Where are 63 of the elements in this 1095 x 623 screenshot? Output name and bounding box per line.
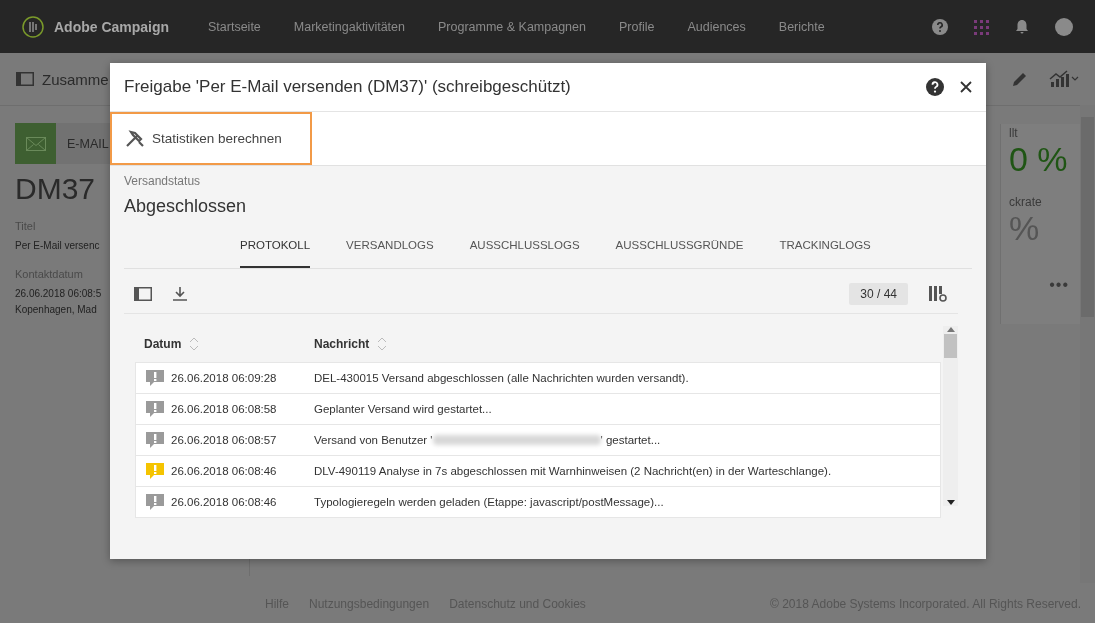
nav-link[interactable]: Startseite <box>208 19 261 34</box>
apps-grid-icon[interactable] <box>973 18 989 35</box>
message-cell: Typologieregeln werden geladen (Etappe: javascript/postMessage)... <box>314 496 664 508</box>
page-title: Zusamme <box>42 70 109 88</box>
avatar-icon[interactable] <box>1055 17 1073 36</box>
stat-value: % <box>1009 209 1041 248</box>
panel-icon[interactable] <box>134 287 152 301</box>
column-settings-icon[interactable] <box>928 285 948 303</box>
record-count: 30 / 44 <box>849 283 908 305</box>
channel-label: E-MAIL <box>67 136 109 151</box>
column-header[interactable]: Datum <box>144 337 182 351</box>
scroll-up-icon[interactable] <box>946 326 955 332</box>
date-cell: 26.06.2018 06:08:57 <box>171 434 277 446</box>
date-cell: 26.06.2018 06:08:46 <box>171 465 277 477</box>
stat-label: llt <box>1009 125 1019 140</box>
tab[interactable]: PROTOKOLL <box>240 231 311 268</box>
tab[interactable]: AUSSCHLUSSLOGS <box>469 231 580 268</box>
log-row[interactable]: 26.06.2018 06:09:28 DEL-430015 Versand abgeschlossen (alle Nachrichten wurden versandt). <box>135 362 941 394</box>
field-value: Kopenhagen, Mad <box>15 303 97 317</box>
close-icon[interactable] <box>960 81 972 93</box>
log-row[interactable]: 26.06.2018 06:08:46 DLV-490119 Analyse in 7s abgeschlossen mit Warnhinweisen (2 Nachricht(en) in der Warteschlange). <box>135 456 941 487</box>
compute-statistics-button[interactable]: Statistiken berechnen <box>110 112 312 165</box>
panel-icon[interactable] <box>16 72 34 86</box>
stat-value: 0 % <box>1009 140 1069 179</box>
log-row[interactable]: 26.06.2018 06:08:57 Versand von Benutzer ' ' gestartet... <box>135 425 941 456</box>
help-icon[interactable] <box>926 78 944 96</box>
log-row[interactable]: 26.06.2018 06:08:58 Geplanter Versand wird gestartet... <box>135 394 941 425</box>
pencil-icon[interactable] <box>1011 70 1029 88</box>
field-value: Per E-Mail versenc <box>15 239 100 253</box>
message-end: ' gestartet... <box>600 434 661 446</box>
log-row[interactable]: 26.06.2018 06:08:46 Typologieregeln werden geladen (Etappe: javascript/postMessage)... <box>135 487 941 518</box>
download-icon[interactable] <box>172 286 188 302</box>
nav-link[interactable]: Programme & Kampagnen <box>438 19 586 34</box>
chart-dropdown-icon[interactable] <box>1049 70 1079 88</box>
nav-link[interactable]: Marketingaktivitäten <box>293 19 405 34</box>
message-cell: DLV-490119 Analyse in 7s abgeschlossen mit Warnhinweisen (2 Nachricht(en) in der Warteschlange). <box>314 465 832 477</box>
tools-icon <box>125 129 145 148</box>
delivery-label: DM37 <box>15 172 96 206</box>
column-header[interactable]: Nachricht <box>314 337 370 351</box>
date-cell: 26.06.2018 06:08:46 <box>171 496 277 508</box>
scroll-down-icon[interactable] <box>946 500 955 506</box>
tab[interactable]: VERSANDLOGS <box>346 231 434 268</box>
scroll-thumb[interactable] <box>944 334 957 358</box>
status-label: Versandstatus <box>124 174 202 188</box>
date-cell: 26.06.2018 06:08:58 <box>171 403 277 415</box>
nav-link[interactable]: Profile <box>619 19 655 34</box>
message-cell: Geplanter Versand wird gestartet... <box>314 403 492 415</box>
field-value: 26.06.2018 06:08:5 <box>15 287 102 301</box>
app-name: Adobe Campaign <box>54 18 170 35</box>
message-cell: DEL-430015 Versand abgeschlossen (alle Nachrichten wurden versandt). <box>314 372 689 384</box>
tab[interactable]: AUSSCHLUSSGRÜNDE <box>615 231 744 268</box>
dialog-title: Freigabe 'Per E-Mail versenden (DM37)' (schreibgeschützt) <box>124 77 571 97</box>
stat-label: ckrate <box>1009 194 1043 209</box>
status-value: Abgeschlossen <box>124 196 248 217</box>
tab[interactable]: TRACKINGLOGS <box>779 231 871 268</box>
nav-link[interactable]: Audiences <box>687 19 746 34</box>
message-start: Versand von Benutzer ' <box>314 434 433 446</box>
logo-icon <box>22 15 44 38</box>
nav-link[interactable]: Berichte <box>778 19 825 34</box>
table-scrollbar[interactable] <box>943 326 958 506</box>
date-cell: 26.06.2018 06:09:28 <box>171 372 277 384</box>
bell-icon[interactable] <box>1014 18 1030 35</box>
envelope-icon <box>25 136 46 151</box>
